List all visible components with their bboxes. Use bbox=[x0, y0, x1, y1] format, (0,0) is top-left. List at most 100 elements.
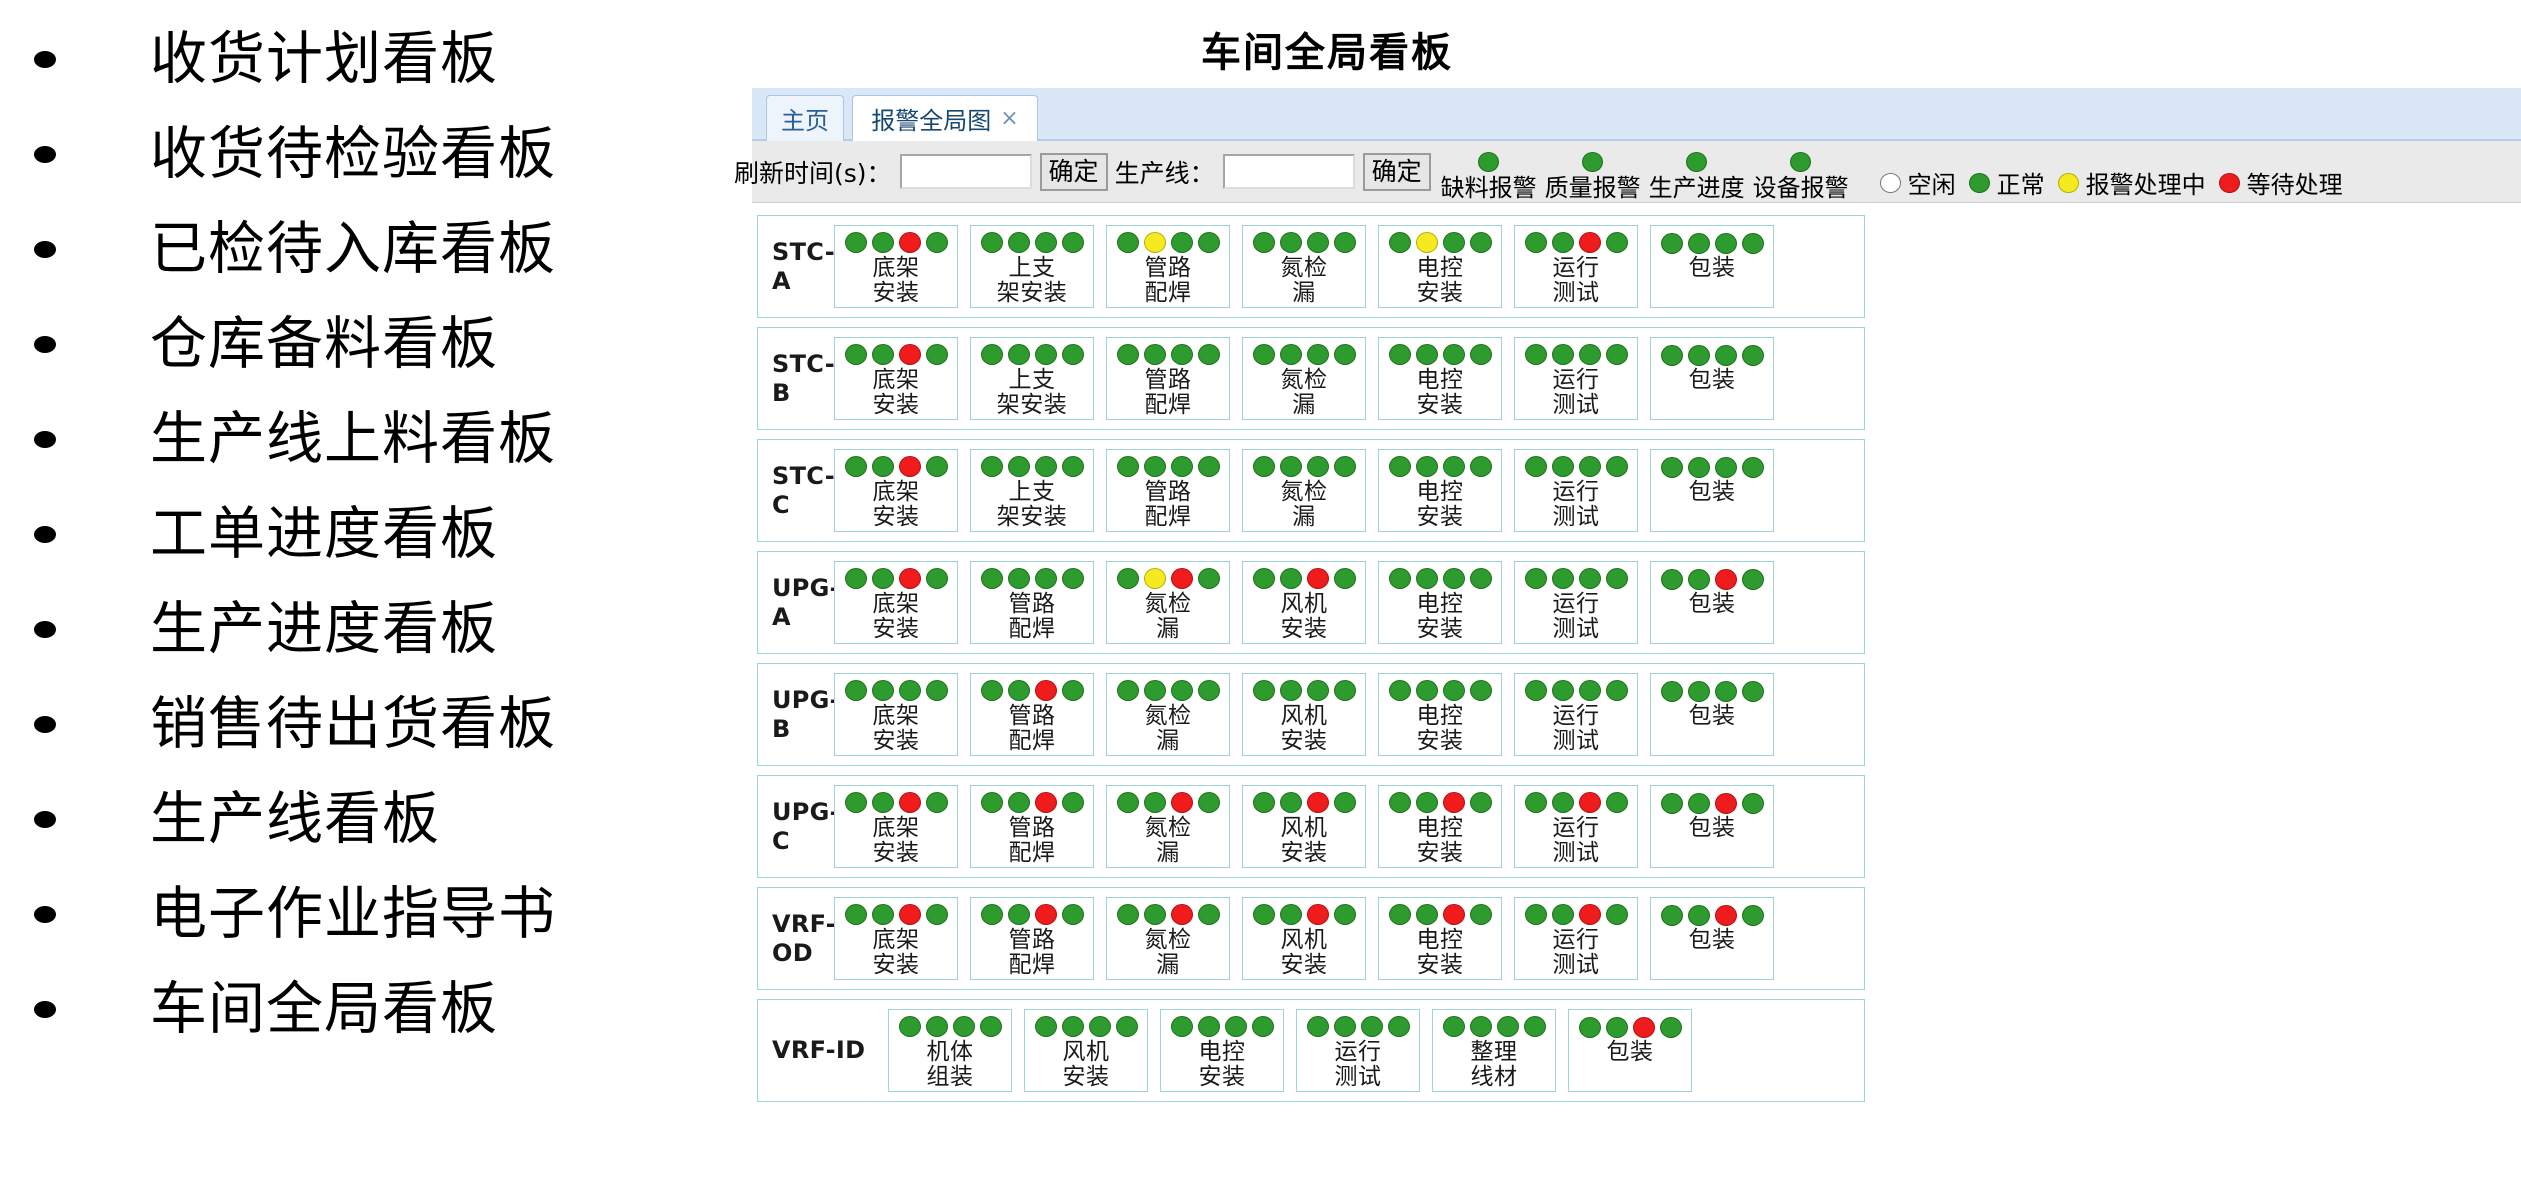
station-cell[interactable]: 电控 安装 bbox=[1378, 225, 1502, 308]
station-cell[interactable]: 风机 安装 bbox=[1242, 561, 1366, 644]
status-light-red-icon bbox=[1307, 568, 1329, 589]
station-cell[interactable]: 底架 安装 bbox=[834, 897, 958, 980]
station-cell[interactable]: 上支 架安装 bbox=[970, 225, 1094, 308]
station-cell[interactable]: 包装 bbox=[1650, 337, 1774, 420]
station-cell[interactable]: 氮检 漏 bbox=[1242, 225, 1366, 308]
station-group: 底架 安装管路 配焊氮检 漏风机 安装电控 安装运行 测试包装 bbox=[834, 673, 1786, 756]
status-light-green-icon bbox=[1171, 680, 1193, 701]
status-light-green-icon bbox=[1742, 233, 1764, 254]
station-cell[interactable]: 氮检 漏 bbox=[1106, 897, 1230, 980]
station-cell[interactable]: 电控 安装 bbox=[1378, 673, 1502, 756]
status-light-green-icon bbox=[1688, 233, 1710, 254]
line-name: UPG- A bbox=[772, 574, 830, 631]
tab-home[interactable]: 主页 bbox=[766, 95, 844, 141]
station-cell[interactable]: 底架 安装 bbox=[834, 337, 958, 420]
refresh-confirm-button[interactable]: 确定 bbox=[1040, 153, 1108, 191]
station-cell[interactable]: 管路 配焊 bbox=[970, 561, 1094, 644]
production-line-input[interactable] bbox=[1223, 154, 1355, 189]
station-cell[interactable]: 氮检 漏 bbox=[1242, 337, 1366, 420]
station-cell[interactable]: 电控 安装 bbox=[1160, 1009, 1284, 1092]
station-cell[interactable]: 包装 bbox=[1650, 225, 1774, 308]
station-cell[interactable]: 包装 bbox=[1650, 673, 1774, 756]
status-lights bbox=[1117, 231, 1220, 255]
status-light-green-icon bbox=[1389, 568, 1411, 589]
status-light-green-icon bbox=[1606, 1017, 1628, 1038]
station-cell[interactable]: 上支 架安装 bbox=[970, 337, 1094, 420]
line-name: UPG- B bbox=[772, 686, 830, 743]
status-lights bbox=[981, 679, 1084, 703]
station-cell[interactable]: 运行 测试 bbox=[1514, 785, 1638, 868]
status-light-green-icon bbox=[1253, 456, 1275, 477]
station-cell[interactable]: 风机 安装 bbox=[1242, 897, 1366, 980]
line-name: STC- C bbox=[772, 462, 830, 519]
station-cell[interactable]: 风机 安装 bbox=[1024, 1009, 1148, 1092]
status-light-red-icon bbox=[1715, 569, 1737, 590]
station-name: 包装 bbox=[1689, 256, 1736, 282]
station-cell[interactable]: 上支 架安装 bbox=[970, 449, 1094, 532]
tab-bar: 主页 报警全局图 × bbox=[752, 88, 2521, 141]
station-cell[interactable]: 底架 安装 bbox=[834, 449, 958, 532]
station-cell[interactable]: 管路 配焊 bbox=[1106, 449, 1230, 532]
status-lights bbox=[845, 567, 948, 591]
station-cell[interactable]: 整理 线材 bbox=[1432, 1009, 1556, 1092]
status-light-green-icon bbox=[1715, 233, 1737, 254]
refresh-interval-input[interactable] bbox=[900, 154, 1032, 189]
status-light-green-icon bbox=[1661, 569, 1683, 590]
status-light-green-icon bbox=[1688, 793, 1710, 814]
station-cell[interactable]: 底架 安装 bbox=[834, 785, 958, 868]
station-group: 底架 安装管路 配焊氮检 漏风机 安装电控 安装运行 测试包装 bbox=[834, 785, 1786, 868]
station-cell[interactable]: 电控 安装 bbox=[1378, 897, 1502, 980]
station-cell[interactable]: 管路 配焊 bbox=[970, 673, 1094, 756]
station-cell[interactable]: 电控 安装 bbox=[1378, 337, 1502, 420]
station-cell[interactable]: 运行 测试 bbox=[1296, 1009, 1420, 1092]
station-cell[interactable]: 管路 配焊 bbox=[1106, 337, 1230, 420]
status-dot-icon bbox=[1582, 152, 1603, 172]
station-name: 管路 配焊 bbox=[1009, 928, 1056, 980]
station-cell[interactable]: 风机 安装 bbox=[1242, 673, 1366, 756]
station-cell[interactable]: 管路 配焊 bbox=[1106, 225, 1230, 308]
status-light-green-icon bbox=[1470, 1016, 1492, 1037]
station-cell[interactable]: 氮检 漏 bbox=[1242, 449, 1366, 532]
tab-alarm-global-map[interactable]: 报警全局图 × bbox=[852, 95, 1038, 141]
station-cell[interactable]: 运行 测试 bbox=[1514, 897, 1638, 980]
status-lights bbox=[1525, 791, 1628, 815]
status-lights bbox=[981, 567, 1084, 591]
tab-alarm-label: 报警全局图 bbox=[871, 101, 991, 136]
status-light-red-icon bbox=[1307, 792, 1329, 813]
station-cell[interactable]: 电控 安装 bbox=[1378, 785, 1502, 868]
station-cell[interactable]: 电控 安装 bbox=[1378, 449, 1502, 532]
station-cell[interactable]: 运行 测试 bbox=[1514, 225, 1638, 308]
station-cell[interactable]: 包装 bbox=[1650, 449, 1774, 532]
station-cell[interactable]: 运行 测试 bbox=[1514, 449, 1638, 532]
station-name: 包装 bbox=[1607, 1040, 1654, 1066]
status-dot-icon bbox=[1686, 152, 1707, 172]
status-light-green-icon bbox=[899, 680, 921, 701]
status-light-green-icon bbox=[1525, 904, 1547, 925]
status-light-green-icon bbox=[980, 1016, 1002, 1037]
station-cell[interactable]: 包装 bbox=[1650, 785, 1774, 868]
station-cell[interactable]: 包装 bbox=[1568, 1009, 1692, 1092]
station-cell[interactable]: 电控 安装 bbox=[1378, 561, 1502, 644]
status-light-green-icon bbox=[1280, 904, 1302, 925]
line-row: STC- B底架 安装上支 架安装管路 配焊氮检 漏电控 安装运行 测试包装 bbox=[757, 327, 1865, 430]
status-light-green-icon bbox=[1470, 344, 1492, 365]
station-cell[interactable]: 管路 配焊 bbox=[970, 897, 1094, 980]
station-cell[interactable]: 运行 测试 bbox=[1514, 337, 1638, 420]
station-cell[interactable]: 包装 bbox=[1650, 897, 1774, 980]
station-cell[interactable]: 底架 安装 bbox=[834, 225, 958, 308]
station-cell[interactable]: 包装 bbox=[1650, 561, 1774, 644]
station-cell[interactable]: 运行 测试 bbox=[1514, 673, 1638, 756]
station-cell[interactable]: 氮检 漏 bbox=[1106, 673, 1230, 756]
station-cell[interactable]: 机体 组装 bbox=[888, 1009, 1012, 1092]
production-line-confirm-button[interactable]: 确定 bbox=[1363, 153, 1431, 191]
station-cell[interactable]: 风机 安装 bbox=[1242, 785, 1366, 868]
close-icon[interactable]: × bbox=[1000, 108, 1018, 130]
station-cell[interactable]: 管路 配焊 bbox=[970, 785, 1094, 868]
station-cell[interactable]: 氮检 漏 bbox=[1106, 785, 1230, 868]
status-lights bbox=[1253, 567, 1356, 591]
status-light-green-icon bbox=[872, 904, 894, 925]
station-cell[interactable]: 底架 安装 bbox=[834, 561, 958, 644]
station-cell[interactable]: 氮检 漏 bbox=[1106, 561, 1230, 644]
station-cell[interactable]: 底架 安装 bbox=[834, 673, 958, 756]
station-cell[interactable]: 运行 测试 bbox=[1514, 561, 1638, 644]
